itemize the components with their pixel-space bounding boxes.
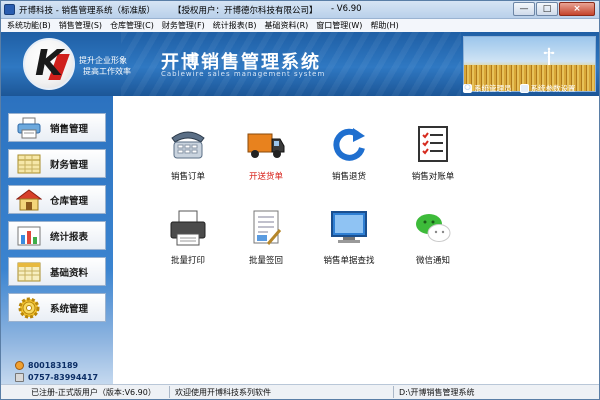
minimize-button[interactable]: —	[513, 2, 535, 16]
title-bar: 开博科技 - 销售管理系统（标准版） 【授权用户：开博德尔科技有限公司】 - V…	[1, 1, 599, 19]
menu-system[interactable]: 系统功能(B)	[7, 19, 51, 32]
maximize-icon: □	[542, 4, 552, 14]
menu-help[interactable]: 帮助(H)	[370, 19, 398, 32]
version-label: - V6.90	[331, 4, 362, 14]
company-logo: K	[23, 38, 75, 90]
menu-bar: 系统功能(B) 销售管理(S) 仓库管理(C) 财务管理(F) 统计报表(B) …	[1, 19, 599, 32]
menu-finance[interactable]: 财务管理(F)	[162, 19, 205, 32]
tile-delivery-note[interactable]: 开送货单	[226, 124, 306, 190]
menu-window[interactable]: 窗口管理(W)	[316, 19, 362, 32]
tile-sales-statement[interactable]: 销售对账单	[393, 124, 473, 190]
tile-label: 批量打印	[170, 256, 205, 266]
sidebar-item-finance[interactable]: 财务管理	[8, 149, 106, 178]
tile-sales-order[interactable]: 销售订单	[148, 124, 228, 190]
close-icon: ×	[573, 4, 581, 14]
install-path: D:\开博销售管理系统	[399, 388, 475, 397]
sidebar: 销售管理 财务管理 仓库管理 统计报表 基础资料 系统管理 800183189 …	[1, 96, 113, 384]
status-bar: 已注册-正式版用户（版本:V6.90） 欢迎使用开博科技系列软件 D:\开博销售…	[1, 384, 599, 399]
app-icon	[4, 4, 15, 15]
warehouse-icon	[16, 188, 42, 210]
app-window: 开博科技 - 销售管理系统（标准版） 【授权用户：开博德尔科技有限公司】 - V…	[0, 0, 600, 400]
licensed-user: 【授权用户：开博德尔科技有限公司】	[173, 6, 318, 16]
tile-label: 销售单据查找	[323, 256, 375, 266]
tile-sales-return[interactable]: 销售退货	[309, 124, 389, 190]
minimize-icon: —	[519, 4, 529, 14]
truck-icon	[247, 133, 285, 158]
sidebar-item-label: 基础资料	[50, 267, 89, 279]
tile-batch-print[interactable]: 批量打印	[148, 208, 228, 274]
menu-sales[interactable]: 销售管理(S)	[59, 19, 102, 32]
menu-warehouse[interactable]: 仓库管理(C)	[110, 19, 154, 32]
support-fax: 0757-83994417	[15, 373, 98, 382]
support-fax-number: 0757-83994417	[28, 373, 99, 382]
welcome-message: 欢迎使用开博科技系列软件	[175, 388, 271, 397]
refresh-arrow-icon	[333, 128, 365, 161]
slogan-line-1: 提升企业形象	[79, 56, 127, 65]
tile-label: 销售订单	[170, 172, 205, 182]
sidebar-item-label: 销售管理	[50, 123, 89, 135]
sidebar-item-system[interactable]: 系统管理	[8, 293, 106, 322]
system-admin-label: 系统管理员	[474, 84, 512, 93]
sidebar-item-base-data[interactable]: 基础资料	[8, 257, 106, 286]
sidebar-item-label: 财务管理	[50, 159, 89, 171]
system-admin-link[interactable]: 系统管理员	[463, 83, 512, 94]
gear-icon	[18, 297, 40, 318]
printer-icon	[17, 117, 41, 138]
slogan-line-2: 提高工作效率	[83, 67, 131, 76]
monitor-search-icon	[331, 211, 367, 243]
close-button[interactable]: ×	[559, 2, 595, 16]
tile-label: 微信通知	[415, 256, 450, 266]
spreadsheet-icon	[17, 262, 41, 281]
admin-links: 系统管理员 系统参数设置	[463, 82, 599, 95]
window-title: 开博科技 - 销售管理系统（标准版）	[19, 6, 155, 16]
sidebar-item-warehouse[interactable]: 仓库管理	[8, 185, 106, 214]
fax-icon	[15, 373, 24, 382]
settings-icon	[519, 84, 529, 93]
calculator-icon	[17, 154, 41, 173]
user-icon	[463, 84, 472, 93]
system-settings-label: 系统参数设置	[530, 84, 576, 93]
system-settings-link[interactable]: 系统参数设置	[519, 83, 576, 94]
printer-icon	[170, 210, 206, 246]
phone-icon	[15, 361, 24, 370]
sidebar-item-label: 统计报表	[50, 231, 89, 243]
main-panel: 销售订单 开送货单 销售退货 销售对账单 批量打印 批量签回 销售单据查找 微信…	[113, 96, 599, 384]
support-phone: 800183189	[15, 361, 78, 370]
signed-document-icon	[253, 210, 282, 245]
tile-wechat-notify[interactable]: 微信通知	[393, 208, 473, 274]
registration-status: 已注册-正式版用户（版本:V6.90）	[31, 388, 156, 397]
sidebar-item-label: 仓库管理	[50, 195, 89, 207]
tile-batch-signback[interactable]: 批量签回	[226, 208, 306, 274]
tile-label: 销售对账单	[411, 172, 455, 182]
sidebar-item-label: 系统管理	[50, 303, 89, 315]
menu-reports[interactable]: 统计报表(B)	[213, 19, 257, 32]
sidebar-item-sales[interactable]: 销售管理	[8, 113, 106, 142]
tile-label: 销售退货	[331, 172, 366, 182]
tile-sales-doc-search[interactable]: 销售单据查找	[309, 208, 389, 274]
sidebar-item-reports[interactable]: 统计报表	[8, 221, 106, 250]
windmill-icon: ✢	[543, 46, 555, 62]
menu-base-data[interactable]: 基础资料(R)	[264, 19, 308, 32]
maximize-button[interactable]: □	[536, 2, 558, 16]
support-phone-number: 800183189	[28, 361, 79, 370]
telephone-icon	[171, 131, 205, 159]
wechat-icon	[416, 214, 451, 242]
window-controls: — □ ×	[513, 2, 595, 16]
system-subtitle: Cablewire sales management system	[161, 70, 326, 78]
tile-label: 批量签回	[248, 256, 283, 266]
bar-chart-icon	[17, 226, 41, 245]
checklist-icon	[418, 126, 448, 162]
tile-label: 开送货单	[248, 172, 283, 182]
